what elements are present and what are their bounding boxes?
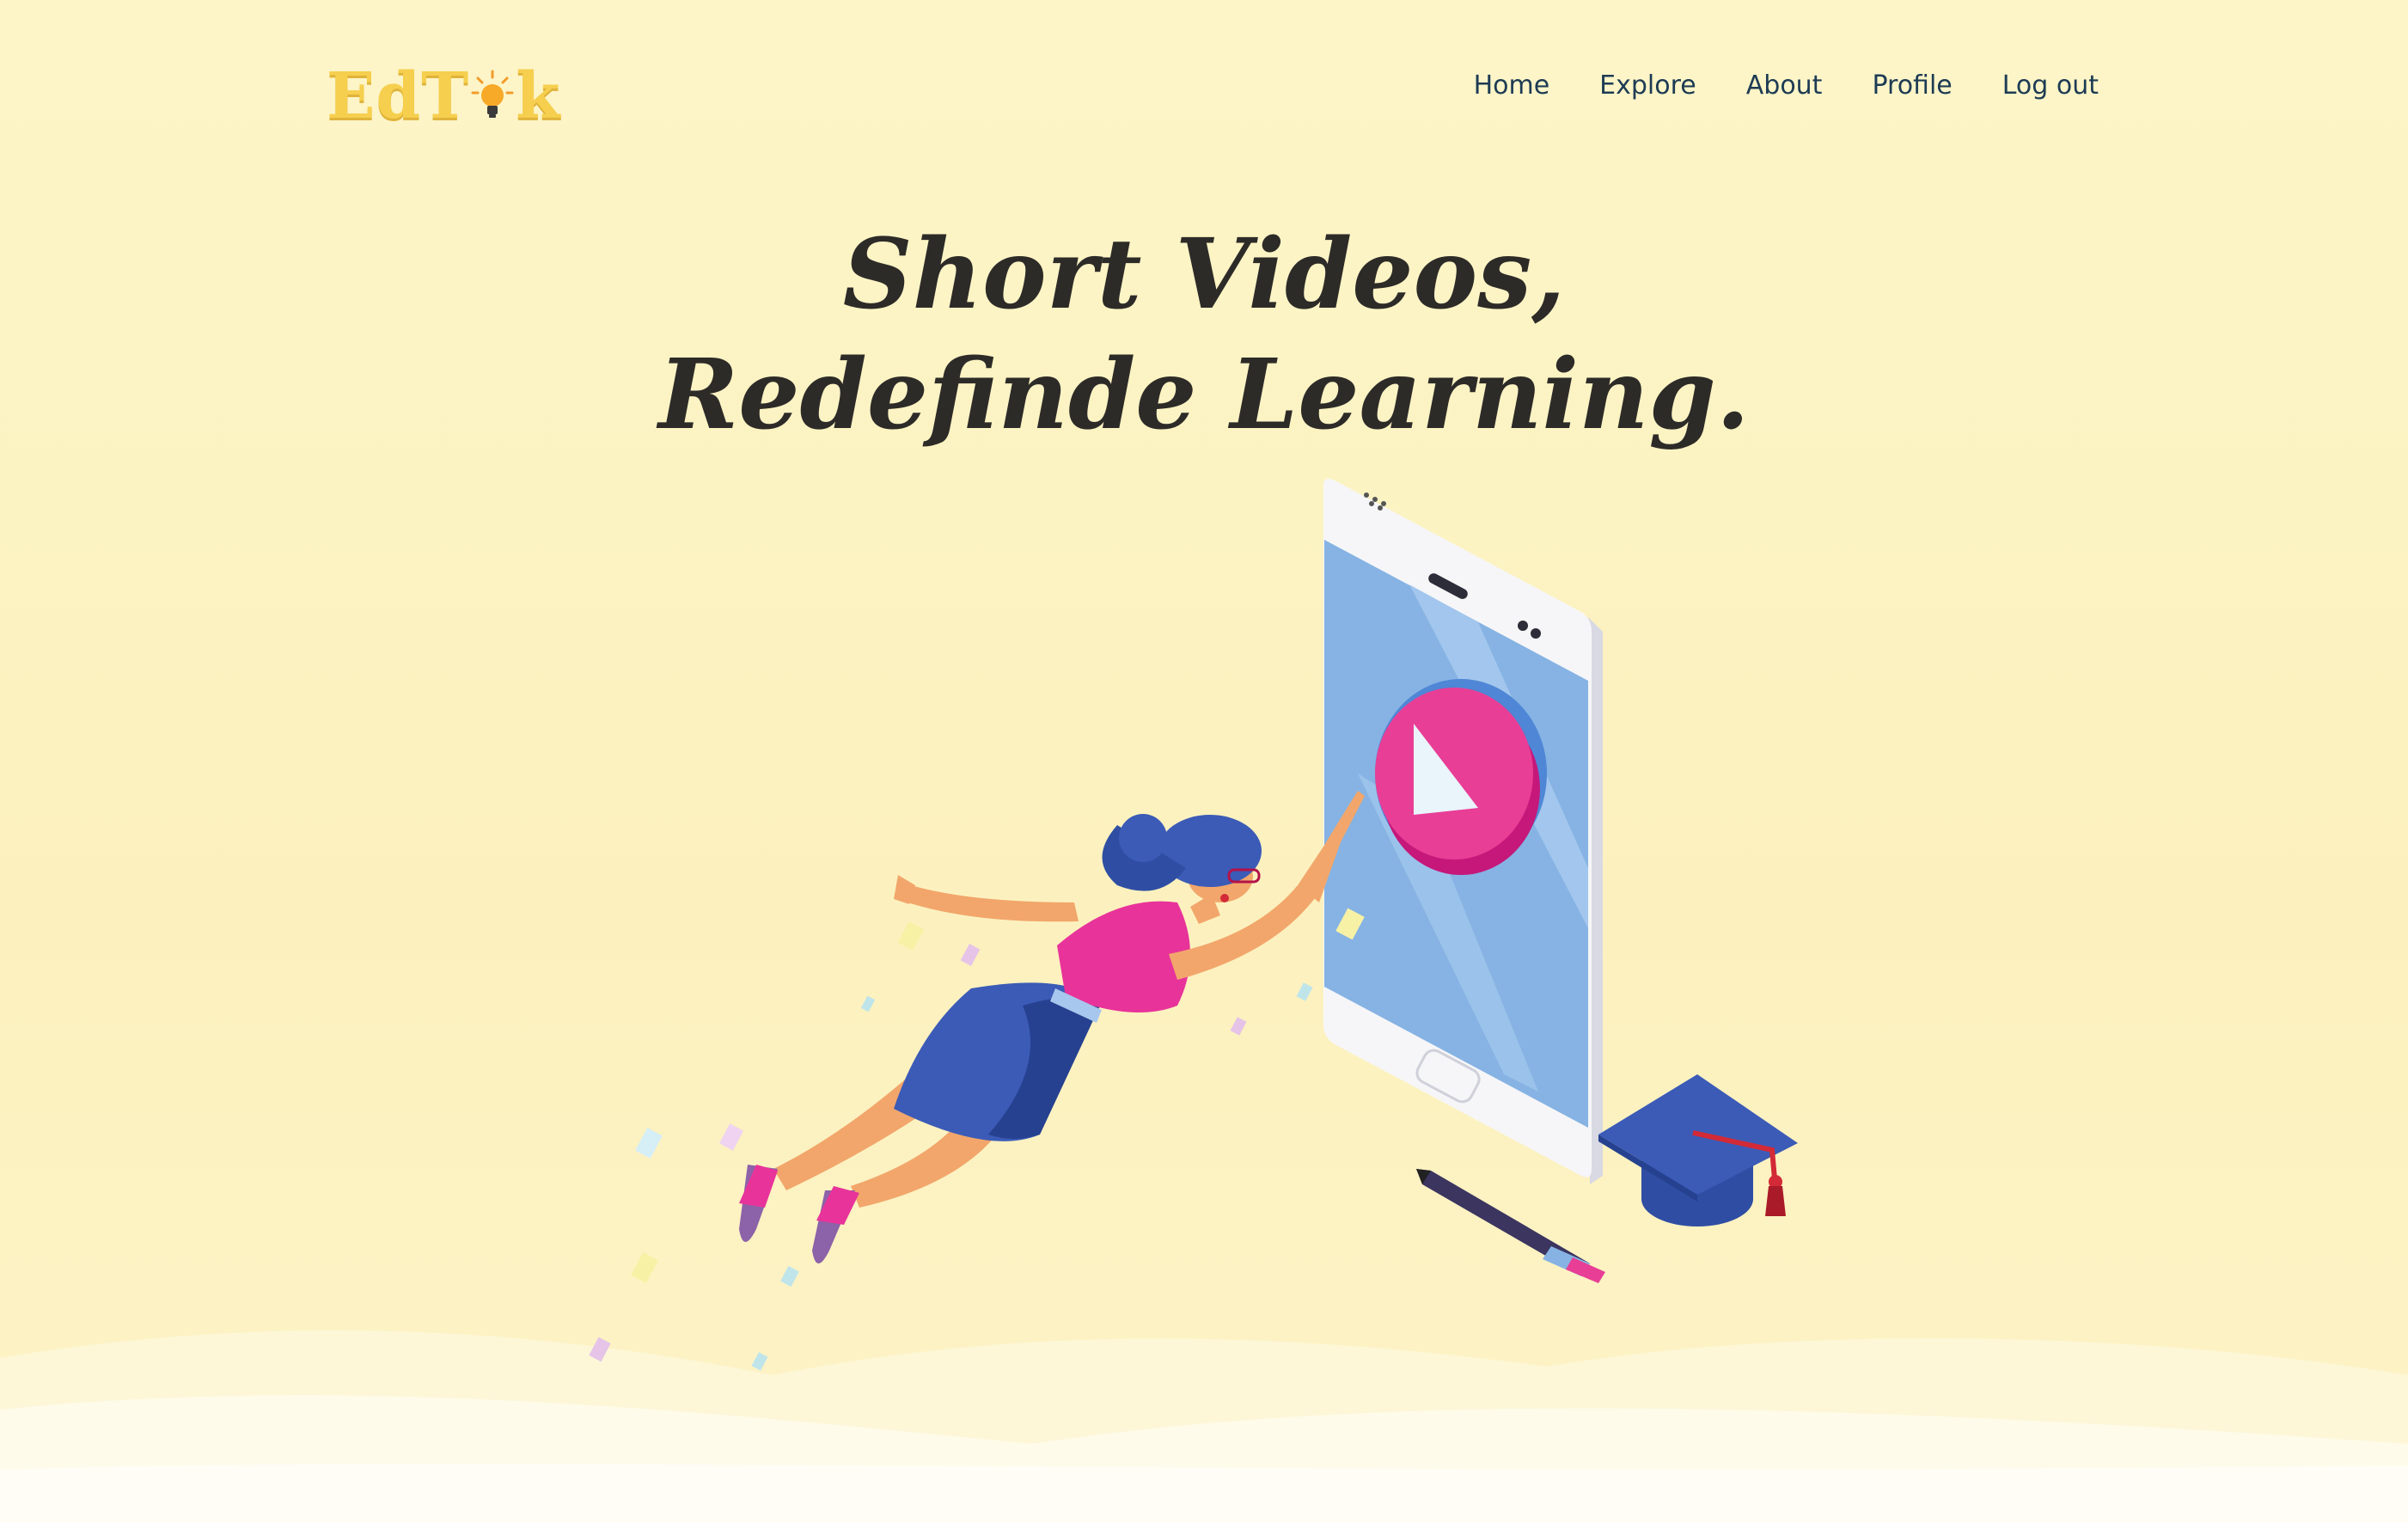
landing-page: EdT k Home Explore About Profile Log out…: [0, 0, 2408, 1523]
flying-woman-illustration: [739, 791, 1365, 1263]
pencil-icon: [1416, 1169, 1605, 1283]
graduation-cap-icon: [1598, 1074, 1798, 1226]
hero-illustration: [0, 478, 2408, 1523]
cloud-waves: [0, 1330, 2408, 1523]
